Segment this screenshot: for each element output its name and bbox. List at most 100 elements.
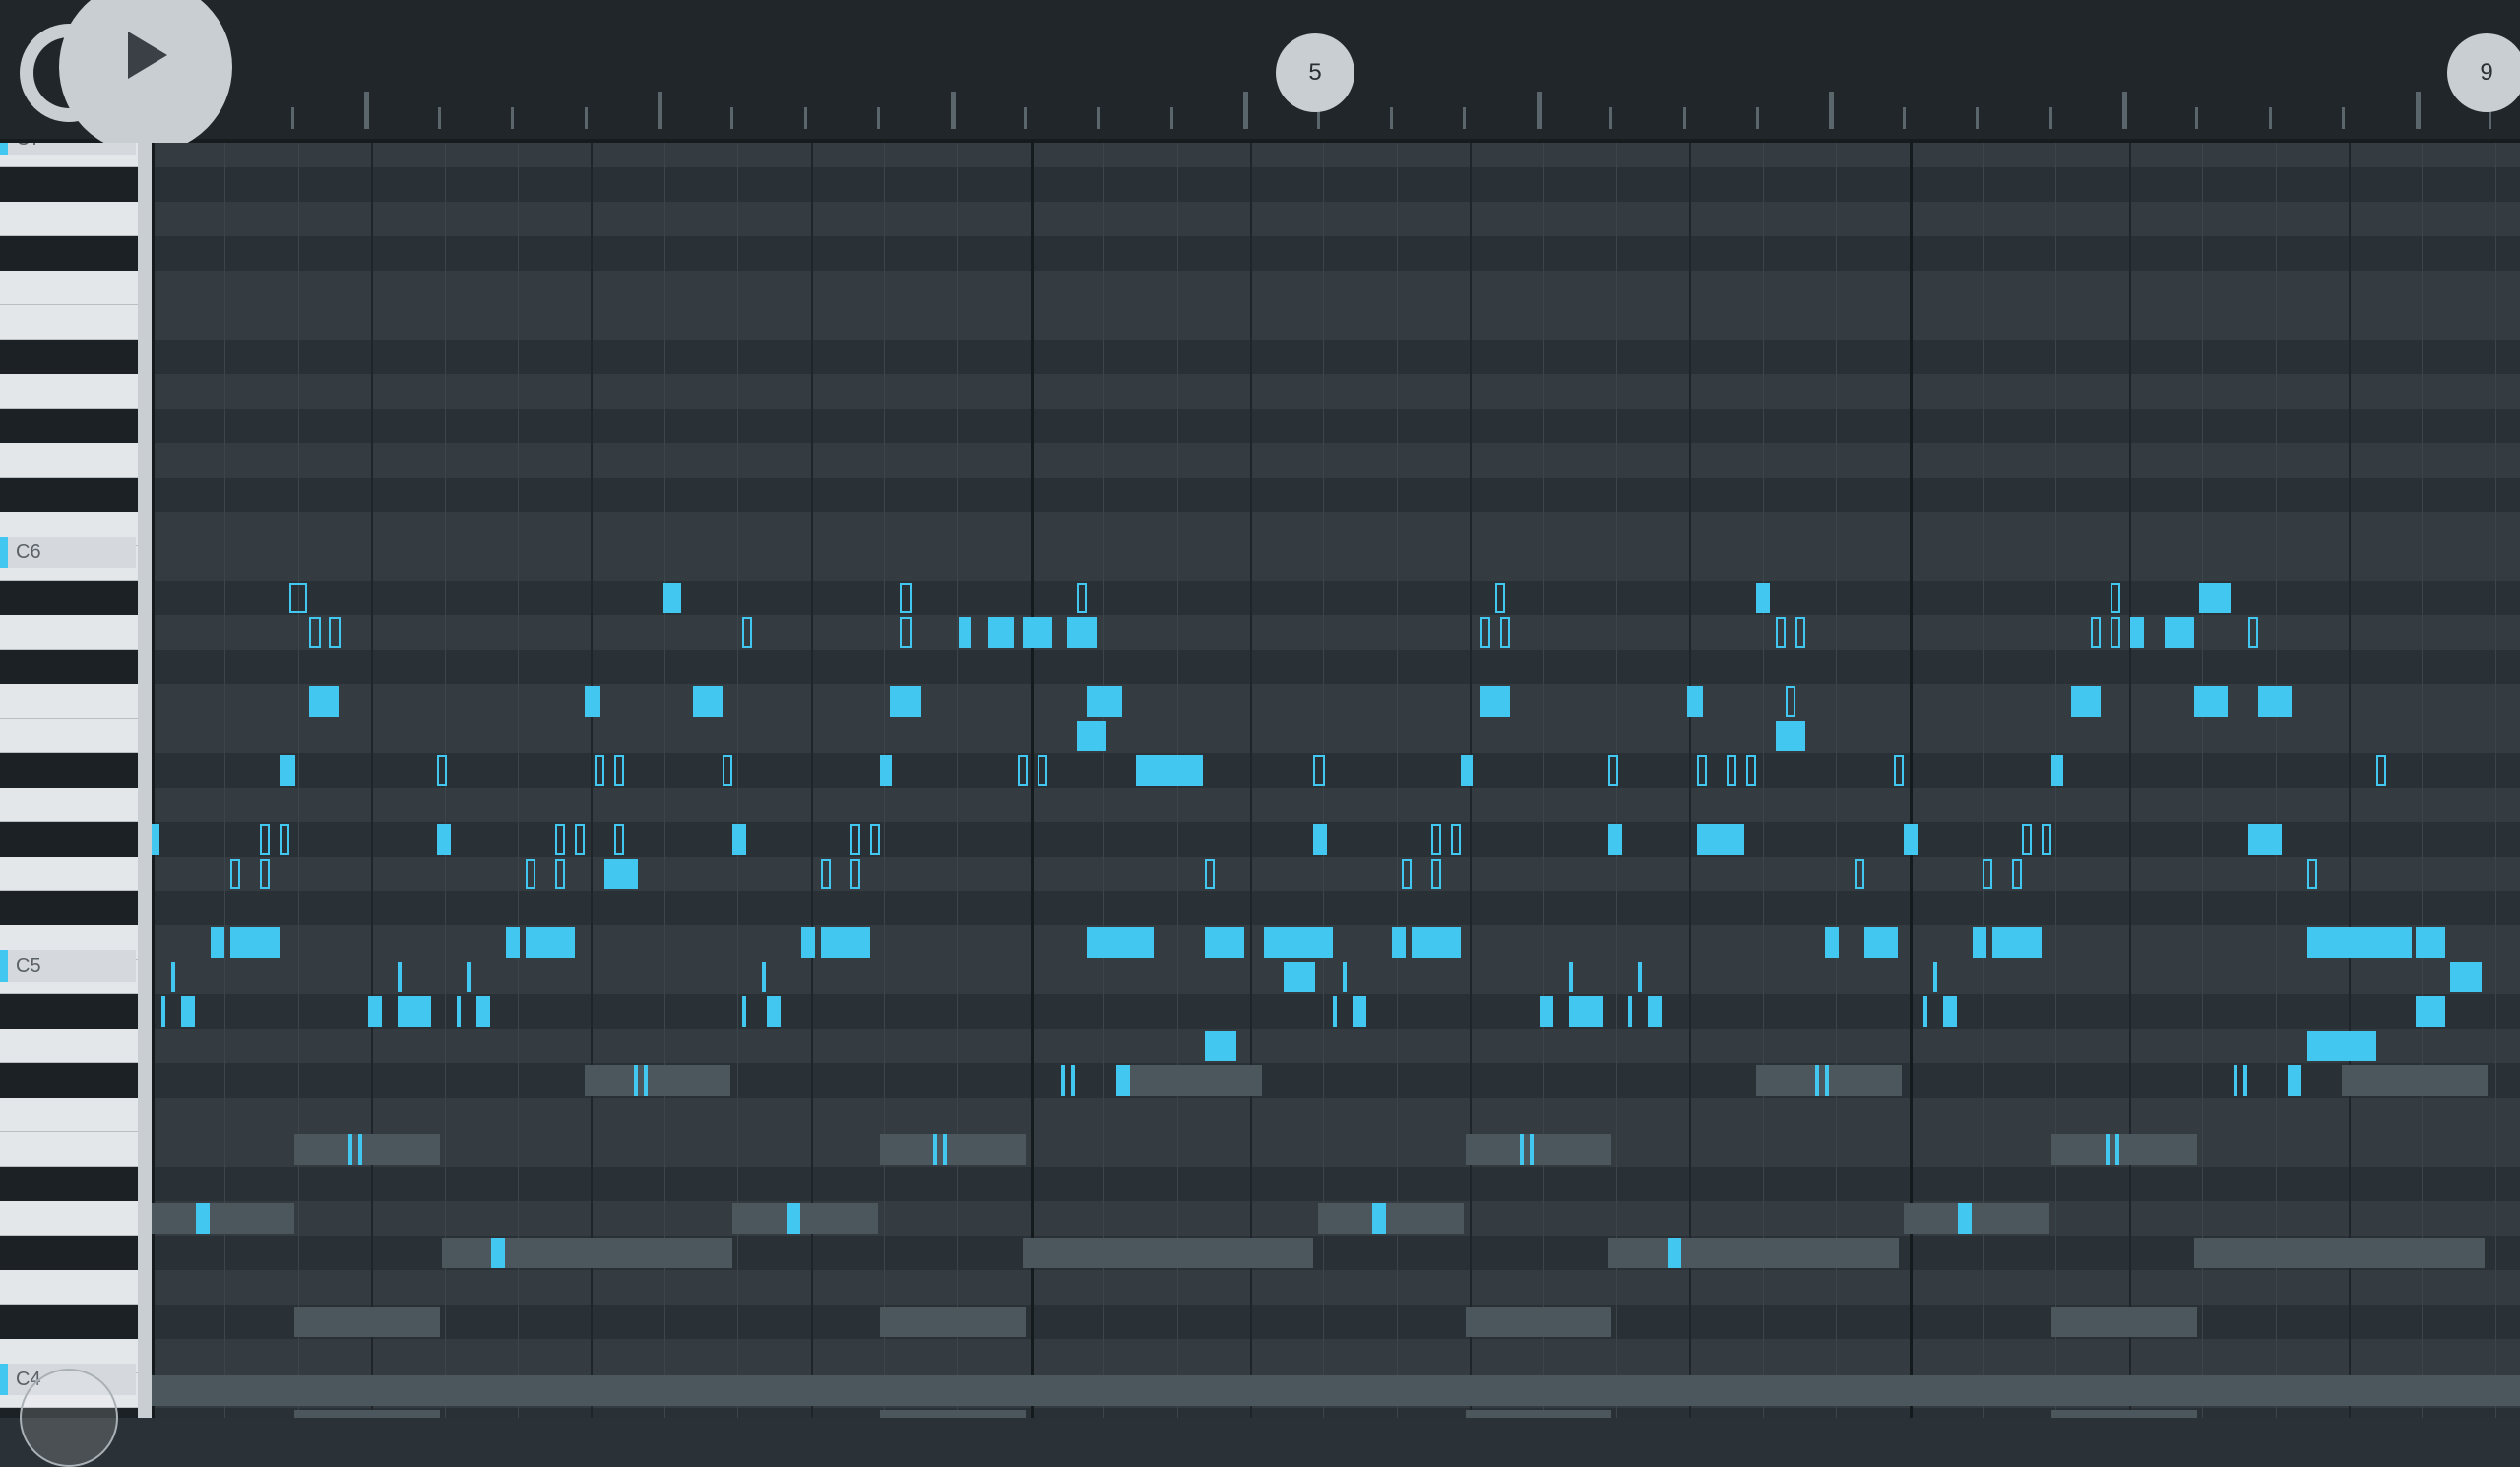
midi-note[interactable]	[1530, 1134, 1534, 1165]
midi-note[interactable]	[1353, 996, 1366, 1027]
midi-note[interactable]	[309, 686, 339, 717]
midi-note[interactable]	[2110, 583, 2120, 613]
midi-note[interactable]	[604, 859, 638, 889]
midi-note[interactable]	[2416, 996, 2445, 1027]
midi-note[interactable]	[1933, 962, 1937, 992]
midi-note[interactable]	[467, 962, 471, 992]
midi-note[interactable]	[2258, 686, 2292, 717]
midi-note[interactable]	[1608, 755, 1618, 786]
black-key[interactable]	[0, 1236, 138, 1270]
midi-note[interactable]	[2248, 824, 2282, 855]
white-key[interactable]	[0, 1132, 138, 1167]
midi-note[interactable]	[1894, 755, 1904, 786]
midi-note[interactable]	[1431, 824, 1441, 855]
midi-note[interactable]	[900, 583, 912, 613]
midi-note[interactable]	[1087, 927, 1154, 958]
midi-note[interactable]	[526, 859, 536, 889]
scroll-handle[interactable]	[20, 1369, 118, 1467]
midi-note[interactable]	[1569, 962, 1573, 992]
midi-note[interactable]	[152, 824, 159, 855]
midi-note[interactable]	[1205, 1031, 1236, 1061]
midi-note[interactable]	[2042, 824, 2051, 855]
midi-note[interactable]	[1904, 824, 1918, 855]
midi-note[interactable]	[1855, 859, 1864, 889]
midi-note[interactable]	[1264, 927, 1333, 958]
midi-note[interactable]	[2091, 617, 2101, 648]
midi-note[interactable]	[358, 1134, 362, 1165]
midi-note[interactable]	[1756, 583, 1770, 613]
midi-note[interactable]	[933, 1134, 937, 1165]
midi-note[interactable]	[595, 755, 604, 786]
midi-note[interactable]	[1077, 583, 1087, 613]
midi-note[interactable]	[634, 1065, 638, 1096]
midi-note[interactable]	[1825, 927, 1839, 958]
white-key[interactable]	[0, 1029, 138, 1063]
midi-note[interactable]	[1569, 996, 1603, 1027]
midi-note[interactable]	[181, 996, 195, 1027]
midi-note[interactable]	[457, 996, 461, 1027]
midi-note[interactable]	[2165, 617, 2194, 648]
midi-note[interactable]	[1648, 996, 1662, 1027]
midi-note[interactable]	[1628, 996, 1632, 1027]
white-key[interactable]	[0, 374, 138, 409]
midi-note[interactable]	[1540, 996, 1553, 1027]
white-key[interactable]	[0, 202, 138, 236]
midi-note[interactable]	[1136, 755, 1203, 786]
midi-note[interactable]	[2106, 1134, 2110, 1165]
midi-note[interactable]	[693, 686, 723, 717]
midi-note[interactable]	[1412, 927, 1461, 958]
white-key[interactable]	[0, 684, 138, 719]
midi-note[interactable]	[1727, 755, 1736, 786]
midi-note[interactable]	[1668, 1238, 1681, 1268]
bar-marker-9[interactable]: 9	[2447, 33, 2520, 112]
midi-note[interactable]	[1067, 617, 1097, 648]
midi-note[interactable]	[1687, 686, 1703, 717]
midi-note[interactable]	[787, 1203, 800, 1234]
white-key[interactable]	[0, 271, 138, 305]
midi-note[interactable]	[526, 927, 575, 958]
midi-note[interactable]	[161, 996, 165, 1027]
midi-note[interactable]	[196, 1203, 210, 1234]
midi-note[interactable]	[1746, 755, 1756, 786]
black-key[interactable]	[0, 753, 138, 788]
midi-note[interactable]	[585, 686, 600, 717]
midi-note[interactable]	[1638, 962, 1642, 992]
midi-note[interactable]	[2110, 617, 2120, 648]
midi-note[interactable]	[1796, 617, 1805, 648]
midi-note[interactable]	[2071, 686, 2101, 717]
midi-note[interactable]	[959, 617, 971, 648]
midi-note[interactable]	[2307, 859, 2317, 889]
midi-note[interactable]	[348, 1134, 352, 1165]
white-key[interactable]	[0, 788, 138, 822]
midi-note[interactable]	[870, 824, 880, 855]
midi-note[interactable]	[260, 859, 270, 889]
midi-note[interactable]	[1815, 1065, 1819, 1096]
midi-note[interactable]	[1923, 996, 1927, 1027]
midi-note[interactable]	[1333, 996, 1337, 1027]
midi-note[interactable]	[1983, 859, 1992, 889]
midi-note[interactable]	[1116, 1065, 1130, 1096]
midi-note[interactable]	[1500, 617, 1510, 648]
midi-note[interactable]	[368, 996, 382, 1027]
black-key[interactable]	[0, 478, 138, 512]
midi-note[interactable]	[1038, 755, 1047, 786]
white-key[interactable]	[0, 1270, 138, 1305]
midi-note[interactable]	[1205, 927, 1244, 958]
black-key[interactable]	[0, 1305, 138, 1339]
white-key[interactable]	[0, 1098, 138, 1132]
midi-note[interactable]	[821, 859, 831, 889]
midi-note[interactable]	[2234, 1065, 2237, 1096]
midi-note[interactable]	[575, 824, 585, 855]
midi-note[interactable]	[2115, 1134, 2119, 1165]
black-key[interactable]	[0, 822, 138, 857]
midi-note[interactable]	[1205, 859, 1215, 889]
midi-note[interactable]	[280, 755, 295, 786]
midi-note[interactable]	[1864, 927, 1898, 958]
black-key[interactable]	[0, 409, 138, 443]
piano-keyboard[interactable]: C7 C6 C5 C4	[0, 143, 138, 1418]
midi-note[interactable]	[1943, 996, 1957, 1027]
midi-note[interactable]	[1071, 1065, 1075, 1096]
black-key[interactable]	[0, 236, 138, 271]
white-key[interactable]	[0, 1201, 138, 1236]
midi-note[interactable]	[1313, 824, 1327, 855]
